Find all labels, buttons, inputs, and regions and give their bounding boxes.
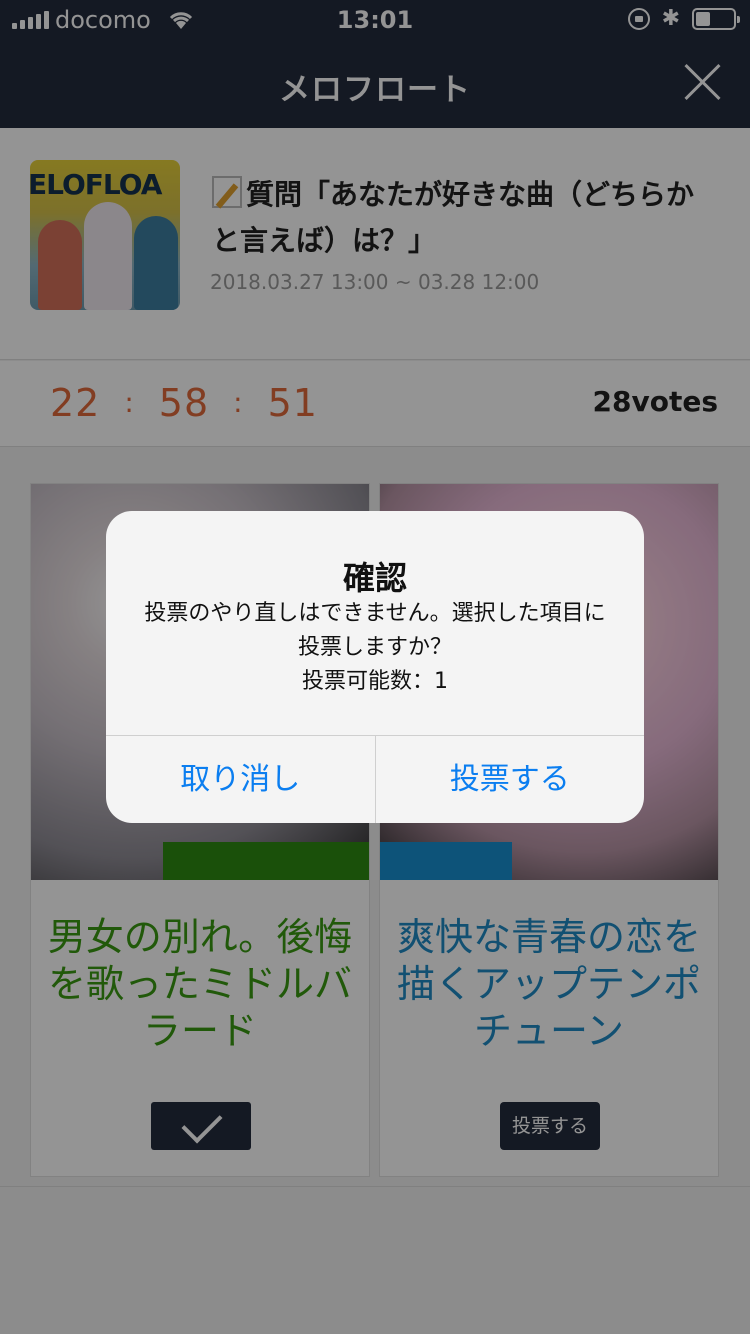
dialog-message: 投票のやり直しはできません。選択した項目に投票しますか？ 投票可能数：1 — [136, 597, 614, 699]
dialog-title: 確認 — [342, 559, 407, 597]
dialog-buttons: 取り消し 投票する — [106, 735, 644, 823]
dialog-message-line-1: 投票のやり直しはできません。選択した項目に投票しますか？ — [144, 601, 606, 660]
confirm-vote-button[interactable]: 投票する — [374, 736, 645, 823]
dialog-message-line-2: 投票可能数：1 — [302, 669, 448, 694]
cancel-button[interactable]: 取り消し — [106, 736, 375, 823]
confirm-dialog: 確認 投票のやり直しはできません。選択した項目に投票しますか？ 投票可能数：1 … — [106, 511, 644, 823]
